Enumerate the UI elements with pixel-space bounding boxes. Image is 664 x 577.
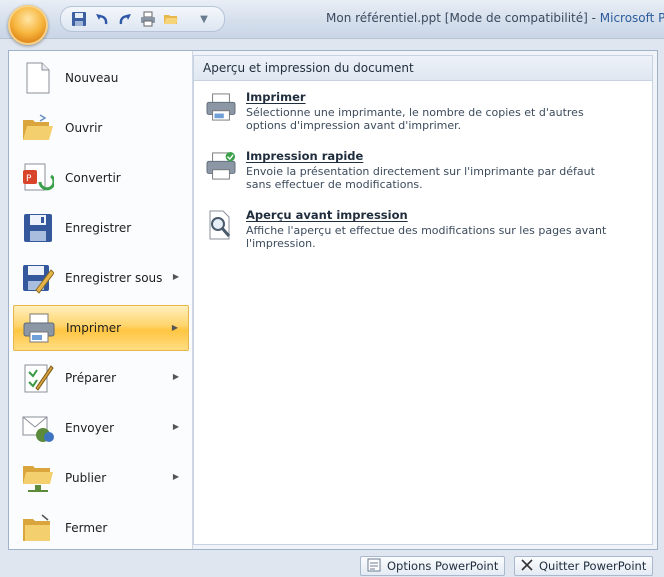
quick-access-toolbar: ▼ — [60, 6, 225, 32]
open-folder-icon — [21, 111, 55, 145]
menu-item-enregistrer-sous[interactable]: Enregistrer sous ▶ — [13, 255, 189, 301]
panel-heading: Aperçu et impression du document — [194, 56, 652, 81]
menu-item-label: Préparer — [65, 371, 117, 385]
print-icon[interactable] — [138, 9, 158, 29]
printer-icon — [204, 90, 238, 124]
menu-item-label: Imprimer — [66, 321, 122, 335]
option-title: Impression rapide — [246, 149, 364, 163]
menu-footer: Options PowerPoint Quitter PowerPoint — [0, 552, 664, 577]
printer-icon — [22, 311, 56, 345]
menu-item-imprimer[interactable]: Imprimer ▶ — [13, 305, 189, 351]
submenu-arrow-icon: ▶ — [172, 272, 179, 281]
menu-item-enregistrer[interactable]: Enregistrer — [13, 205, 189, 251]
quit-powerpoint-button[interactable]: Quitter PowerPoint — [514, 556, 654, 576]
save-icon[interactable] — [69, 9, 89, 29]
menu-item-label: Convertir — [65, 171, 121, 185]
menu-item-convertir[interactable]: P Convertir — [13, 155, 189, 201]
option-impression-rapide[interactable]: Impression rapide Envoie la présentation… — [204, 149, 644, 191]
save-icon — [21, 211, 55, 245]
option-apercu-avant-impression[interactable]: Aperçu avant impression Affiche l'aperçu… — [204, 208, 644, 250]
print-preview-icon — [204, 208, 238, 242]
option-description: Sélectionne une imprimante, le nombre de… — [246, 106, 584, 132]
qat-customize-icon[interactable]: ▼ — [194, 9, 214, 29]
publish-icon — [21, 461, 55, 495]
redo-icon[interactable] — [115, 9, 135, 29]
menu-item-fermer[interactable]: Fermer — [13, 505, 189, 551]
new-document-icon — [21, 61, 55, 95]
menu-item-label: Fermer — [65, 521, 108, 535]
option-description: Affiche l'aperçu et effectue des modific… — [246, 224, 607, 250]
window-title: Mon référentiel.ppt [Mode de compatibili… — [326, 11, 664, 25]
save-as-icon — [21, 261, 55, 295]
option-description: Envoie la présentation directement sur l… — [246, 165, 595, 191]
options-powerpoint-button[interactable]: Options PowerPoint — [360, 556, 506, 576]
menu-item-envoyer[interactable]: Envoyer ▶ — [13, 405, 189, 451]
svg-text:P: P — [26, 174, 32, 184]
option-title: Aperçu avant impression — [246, 208, 408, 222]
quick-print-icon — [204, 149, 238, 183]
office-menu: Nouveau Ouvrir P Convertir Enregistrer E… — [8, 50, 658, 550]
menu-item-label: Enregistrer — [65, 221, 132, 235]
menu-item-label: Publier — [65, 471, 107, 485]
prepare-icon — [21, 361, 55, 395]
menu-item-label: Envoyer — [65, 421, 115, 435]
menu-item-nouveau[interactable]: Nouveau — [13, 55, 189, 101]
title-bar: ▼ Mon référentiel.ppt [Mode de compatibi… — [0, 0, 664, 45]
option-imprimer[interactable]: Imprimer Sélectionne une imprimante, le … — [204, 90, 644, 132]
menu-item-ouvrir[interactable]: Ouvrir — [13, 105, 189, 151]
send-icon — [21, 411, 55, 445]
print-submenu-panel: Aperçu et impression du document Imprime… — [193, 55, 653, 545]
menu-item-publier[interactable]: Publier ▶ — [13, 455, 189, 501]
menu-item-label: Enregistrer sous — [65, 271, 163, 285]
open-icon[interactable] — [161, 9, 181, 29]
menu-commands: Nouveau Ouvrir P Convertir Enregistrer E… — [9, 51, 193, 549]
convert-icon: P — [21, 161, 55, 195]
app-name: Microsoft Po — [599, 11, 664, 25]
quit-button-label: Quitter PowerPoint — [539, 559, 647, 573]
menu-item-preparer[interactable]: Préparer ▶ — [13, 355, 189, 401]
close-icon — [521, 558, 533, 574]
submenu-arrow-icon: ▶ — [172, 422, 179, 431]
options-button-label: Options PowerPoint — [387, 559, 499, 573]
submenu-arrow-icon: ▶ — [172, 372, 179, 381]
undo-icon[interactable] — [92, 9, 112, 29]
option-title: Imprimer — [246, 90, 306, 104]
close-folder-icon — [21, 511, 55, 545]
menu-item-label: Nouveau — [65, 71, 119, 85]
submenu-arrow-icon: ▶ — [172, 472, 179, 481]
submenu-arrow-icon: ▶ — [171, 323, 178, 332]
document-title: Mon référentiel.ppt [Mode de compatibili… — [326, 11, 600, 25]
options-icon — [367, 558, 381, 575]
menu-item-label: Ouvrir — [65, 121, 103, 135]
office-button[interactable] — [8, 5, 48, 45]
